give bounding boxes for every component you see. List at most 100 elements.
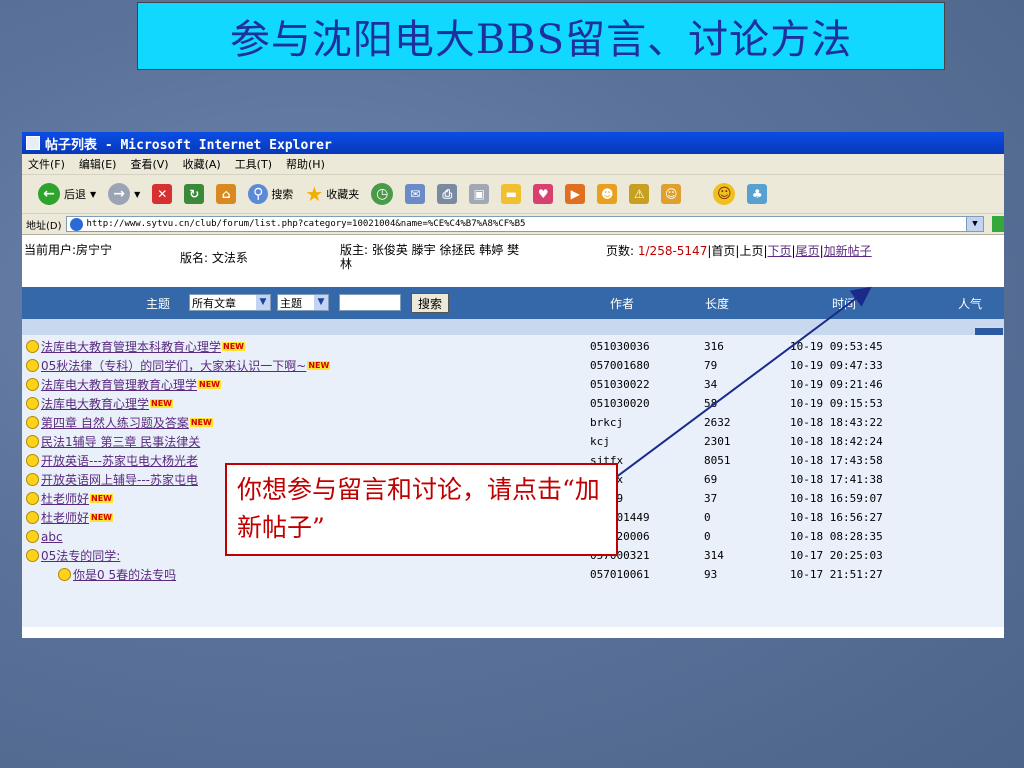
menu-view[interactable]: 查看(V): [130, 156, 168, 172]
address-label: 地址(D): [26, 220, 62, 232]
table-row: 你是0 5春的法专吗 057010061 93 10-17 21:51:27: [22, 565, 1004, 584]
search-input[interactable]: [339, 294, 401, 311]
mail-button[interactable]: ✉: [405, 184, 426, 204]
new-badge: NEW: [222, 342, 245, 351]
smiley-icon: [26, 397, 39, 410]
stop-button[interactable]: ✕: [152, 184, 173, 204]
folder-button[interactable]: ▬: [501, 184, 522, 204]
post-subject-cell: 民法1辅导 第三章 民事法律关: [26, 432, 200, 451]
post-subject-cell: 法库电大教育管理本科教育心理学 NEW: [26, 337, 245, 356]
home-icon: ⌂: [216, 184, 237, 204]
contacts-icon: ♣: [747, 184, 768, 204]
menu-tools[interactable]: 工具(T): [235, 156, 272, 172]
post-subject-link[interactable]: 05秋法律（专科）的同学们，大家来认识一下啊~: [41, 357, 306, 374]
menu-favorites[interactable]: 收藏(A): [183, 156, 221, 172]
post-length: 93: [704, 568, 718, 581]
post-subject-cell: 杜老师好 NEW: [26, 508, 113, 527]
table-row: 法库电大教育心理学 NEW 051030020 58 10-19 09:15:53: [22, 394, 1004, 413]
post-subject-link[interactable]: 开放英语网上辅导---苏家屯电: [41, 471, 198, 488]
scope-select[interactable]: 所有文章 ▼: [189, 294, 271, 311]
address-input[interactable]: http://www.sytvu.cn/club/forum/list.php?…: [65, 216, 984, 232]
media-play-icon: ▶: [565, 184, 586, 204]
col-popularity: 人气: [958, 296, 983, 311]
table-header-stripe: [22, 319, 1004, 335]
post-subject-link[interactable]: 你是0 5春的法专吗: [73, 566, 176, 583]
post-subject-link[interactable]: abc: [41, 530, 63, 544]
favorites-label: 收藏夹: [326, 188, 360, 201]
post-time: 10-17 20:25:03: [790, 549, 883, 562]
smiley-icon: [58, 568, 71, 581]
first-page[interactable]: 首页: [711, 244, 735, 258]
forward-button[interactable]: → ▼: [108, 183, 140, 205]
history-button[interactable]: ◷: [371, 183, 394, 205]
tool-button[interactable]: ⚠: [629, 184, 650, 204]
menu-edit[interactable]: 编辑(E): [79, 156, 117, 172]
search-button[interactable]: ⚲ 搜索: [248, 184, 293, 204]
topic-label: 主题: [146, 296, 171, 311]
post-subject-link[interactable]: 第四章 自然人练习题及答案: [41, 414, 189, 431]
search-submit-button[interactable]: 搜索: [411, 293, 449, 313]
post-length: 34: [704, 378, 718, 391]
messenger-icon: ♥: [533, 184, 554, 204]
post-length: 2301: [704, 435, 731, 448]
media-button[interactable]: ▶: [565, 184, 586, 204]
post-subject-cell: 第四章 自然人练习题及答案 NEW: [26, 413, 213, 432]
post-length: 79: [704, 359, 718, 372]
pages-value: 1/258-5147: [637, 244, 708, 258]
menu-file[interactable]: 文件(F): [28, 156, 65, 172]
messenger-button[interactable]: ♥: [533, 184, 554, 204]
next-page-link[interactable]: 下页: [768, 244, 792, 258]
mail-icon: ✉: [405, 184, 426, 204]
go-button[interactable]: [992, 216, 1004, 232]
table-row: 05秋法律（专科）的同学们，大家来认识一下啊~ NEW 057001680 79 10-…: [22, 356, 1004, 375]
post-subject-link[interactable]: 杜老师好: [41, 490, 89, 507]
post-subject-link[interactable]: 法库电大教育心理学: [41, 395, 149, 412]
smiley-button[interactable]: ☺: [713, 183, 736, 205]
chevron-down-icon: ▼: [134, 189, 141, 199]
post-time: 10-19 09:15:53: [790, 397, 883, 410]
slide-title-box: 参与沈阳电大BBS留言、讨论方法: [137, 2, 945, 70]
post-length: 0: [704, 530, 711, 543]
post-subject-link[interactable]: 法库电大教育管理教育心理学: [41, 376, 197, 393]
back-button[interactable]: ← 后退 ▼: [38, 183, 96, 205]
contacts-button[interactable]: ♣: [747, 184, 768, 204]
refresh-button[interactable]: ↻: [184, 184, 205, 204]
prev-page[interactable]: 上页: [739, 244, 763, 258]
address-dropdown-icon[interactable]: ▼: [966, 217, 983, 231]
home-button[interactable]: ⌂: [216, 184, 237, 204]
print-button[interactable]: ⎙: [437, 184, 458, 204]
cat-button[interactable]: ☺: [661, 184, 682, 204]
search-icon: ⚲: [248, 184, 269, 204]
last-page-link[interactable]: 尾页: [796, 244, 820, 258]
post-subject-link[interactable]: 05法专的同学:: [41, 547, 120, 564]
qq-button[interactable]: ☻: [597, 184, 618, 204]
post-subject-link[interactable]: 杜老师好: [41, 509, 89, 526]
edit-button[interactable]: ▣: [469, 184, 490, 204]
chevron-down-icon: ▼: [90, 189, 97, 199]
post-subject-cell: 杜老师好 NEW: [26, 489, 113, 508]
filter-bar: 主题 所有文章 ▼ 主题 ▼ 搜索 作者 长度 时间 人气: [22, 287, 1004, 367]
ie-logo-icon: [69, 218, 83, 231]
new-post-link[interactable]: 加新帖子: [824, 244, 872, 258]
post-time: 10-19 09:53:45: [790, 340, 883, 353]
new-badge: NEW: [90, 513, 113, 522]
smiley-icon: [26, 416, 39, 429]
scope-value: 所有文章: [192, 296, 236, 310]
post-subject-link[interactable]: 民法1辅导 第三章 民事法律关: [41, 433, 200, 450]
table-row: 法库电大教育管理教育心理学 NEW 051030022 34 10-19 09:21:4…: [22, 375, 1004, 394]
smiley-icon: [26, 378, 39, 391]
smiley-icon: ☺: [713, 183, 736, 205]
menu-help[interactable]: 帮助(H): [286, 156, 325, 172]
refresh-icon: ↻: [184, 184, 205, 204]
post-author: kcj: [590, 435, 610, 448]
post-time: 10-19 09:21:46: [790, 378, 883, 391]
field-select[interactable]: 主题 ▼: [277, 294, 329, 311]
post-subject-link[interactable]: 开放英语---苏家屯电大杨光老: [41, 452, 198, 469]
post-subject-link[interactable]: 法库电大教育管理本科教育心理学: [41, 338, 221, 355]
board-name: 版名: 文法系: [180, 251, 248, 265]
window-title: 帖子列表 - Microsoft Internet Explorer: [45, 137, 332, 153]
new-badge: NEW: [189, 418, 213, 427]
back-label: 后退: [64, 188, 86, 201]
search-label: 搜索: [271, 188, 294, 201]
favorites-button[interactable]: ★ 收藏夹: [305, 182, 359, 206]
